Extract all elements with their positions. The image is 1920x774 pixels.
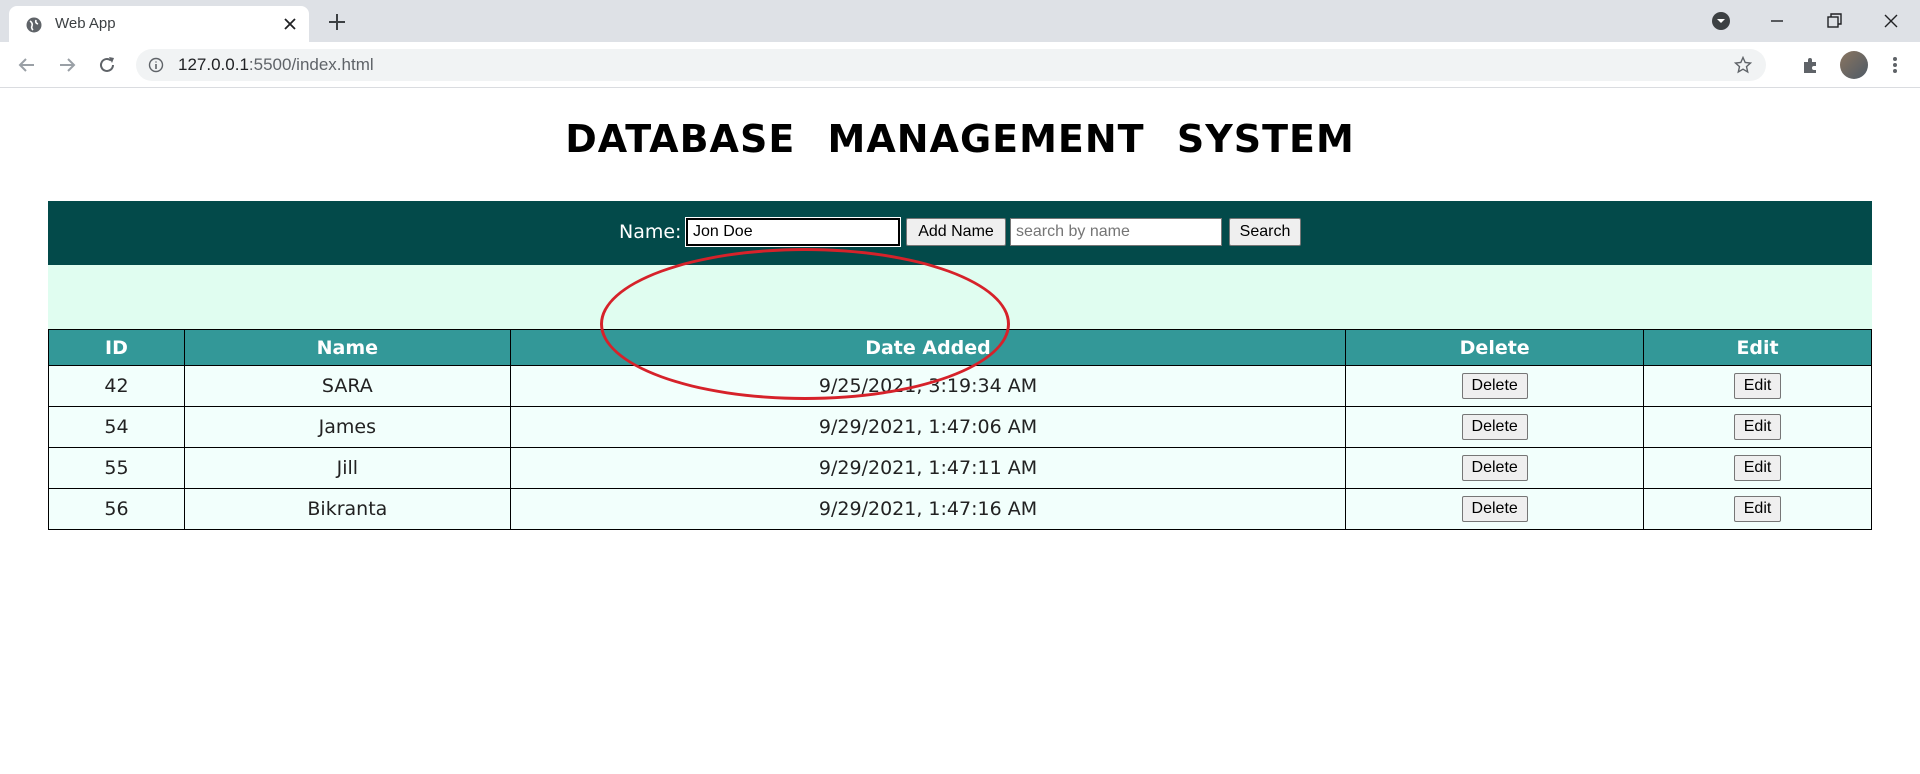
back-icon[interactable] (16, 54, 38, 76)
close-window-icon[interactable] (1880, 10, 1902, 32)
table-row: 54 James 9/29/2021, 1:47:06 AM Delete Ed… (48, 406, 1872, 448)
bookmark-star-icon[interactable] (1734, 56, 1752, 74)
edit-button[interactable]: Edit (1733, 373, 1782, 399)
cell-name: Jill (183, 447, 511, 489)
edit-button[interactable]: Edit (1733, 414, 1782, 440)
address-bar[interactable]: 127.0.0.1:5500/index.html (136, 49, 1766, 81)
cell-edit: Edit (1643, 365, 1872, 407)
column-header-date: Date Added (509, 329, 1347, 366)
table-row: 56 Bikranta 9/29/2021, 1:47:16 AM Delete… (48, 488, 1872, 530)
cell-delete: Delete (1345, 488, 1645, 530)
page-title: DATABASE MANAGEMENT SYSTEM (565, 117, 1355, 161)
column-header-delete: Delete (1345, 329, 1645, 366)
reload-icon[interactable] (96, 54, 118, 76)
new-tab-icon[interactable] (326, 11, 348, 33)
url-path: :5500/index.html (248, 55, 374, 74)
table-row: 42 SARA 9/25/2021, 3:19:34 AM Delete Edi… (48, 365, 1872, 407)
delete-button[interactable]: Delete (1461, 414, 1528, 440)
globe-icon (26, 17, 42, 33)
table-header-row: ID Name Date Added Delete Edit (48, 329, 1872, 366)
cell-id: 42 (48, 365, 185, 407)
add-name-button[interactable]: Add Name (906, 218, 1006, 246)
cell-delete: Delete (1345, 406, 1645, 448)
delete-button[interactable]: Delete (1461, 496, 1528, 522)
cell-edit: Edit (1643, 447, 1872, 489)
cell-date: 9/29/2021, 1:47:16 AM (509, 488, 1347, 530)
browser-tab[interactable]: Web App (9, 6, 309, 42)
cell-name: SARA (183, 365, 511, 407)
minimize-icon[interactable] (1766, 10, 1788, 32)
delete-button[interactable]: Delete (1461, 373, 1528, 399)
cell-id: 54 (48, 406, 185, 448)
extensions-puzzle-icon[interactable] (1800, 54, 1822, 76)
cell-name: Bikranta (183, 488, 511, 530)
table-row: 55 Jill 9/29/2021, 1:47:11 AM Delete Edi… (48, 447, 1872, 489)
delete-button[interactable]: Delete (1461, 455, 1528, 481)
cell-date: 9/25/2021, 3:19:34 AM (509, 365, 1347, 407)
column-header-name: Name (183, 329, 511, 366)
search-input[interactable] (1010, 218, 1222, 246)
browser-toolbar: 127.0.0.1:5500/index.html (0, 42, 1920, 88)
close-tab-icon[interactable] (281, 15, 299, 33)
profile-avatar[interactable] (1840, 51, 1868, 79)
name-label: Name: (619, 221, 682, 243)
restore-icon[interactable] (1823, 10, 1845, 32)
web-page: DATABASE MANAGEMENT SYSTEM Name: Add Nam… (0, 89, 1920, 774)
cell-date: 9/29/2021, 1:47:11 AM (509, 447, 1347, 489)
edit-button[interactable]: Edit (1733, 496, 1782, 522)
info-icon[interactable] (148, 57, 164, 73)
column-header-edit: Edit (1643, 329, 1872, 366)
name-input[interactable] (685, 217, 901, 247)
url-text: 127.0.0.1:5500/index.html (178, 55, 374, 75)
cell-name: James (183, 406, 511, 448)
cell-date: 9/29/2021, 1:47:06 AM (509, 406, 1347, 448)
forward-icon[interactable] (56, 54, 78, 76)
url-host: 127.0.0.1 (178, 55, 249, 74)
browser-tabbar: Web App (0, 0, 1920, 42)
search-button[interactable]: Search (1229, 218, 1301, 246)
column-header-id: ID (48, 329, 185, 366)
cell-delete: Delete (1345, 365, 1645, 407)
cell-edit: Edit (1643, 406, 1872, 448)
tab-search-icon[interactable] (1710, 10, 1732, 32)
tab-title: Web App (55, 15, 116, 32)
edit-button[interactable]: Edit (1733, 455, 1782, 481)
cell-id: 55 (48, 447, 185, 489)
name-form-bar: Name: Add Name Search (48, 201, 1872, 265)
more-menu-icon[interactable] (1884, 54, 1906, 76)
cell-delete: Delete (1345, 447, 1645, 489)
records-table: ID Name Date Added Delete Edit 42 SARA 9… (48, 329, 1872, 530)
cell-id: 56 (48, 488, 185, 530)
message-band (48, 265, 1872, 329)
cell-edit: Edit (1643, 488, 1872, 530)
